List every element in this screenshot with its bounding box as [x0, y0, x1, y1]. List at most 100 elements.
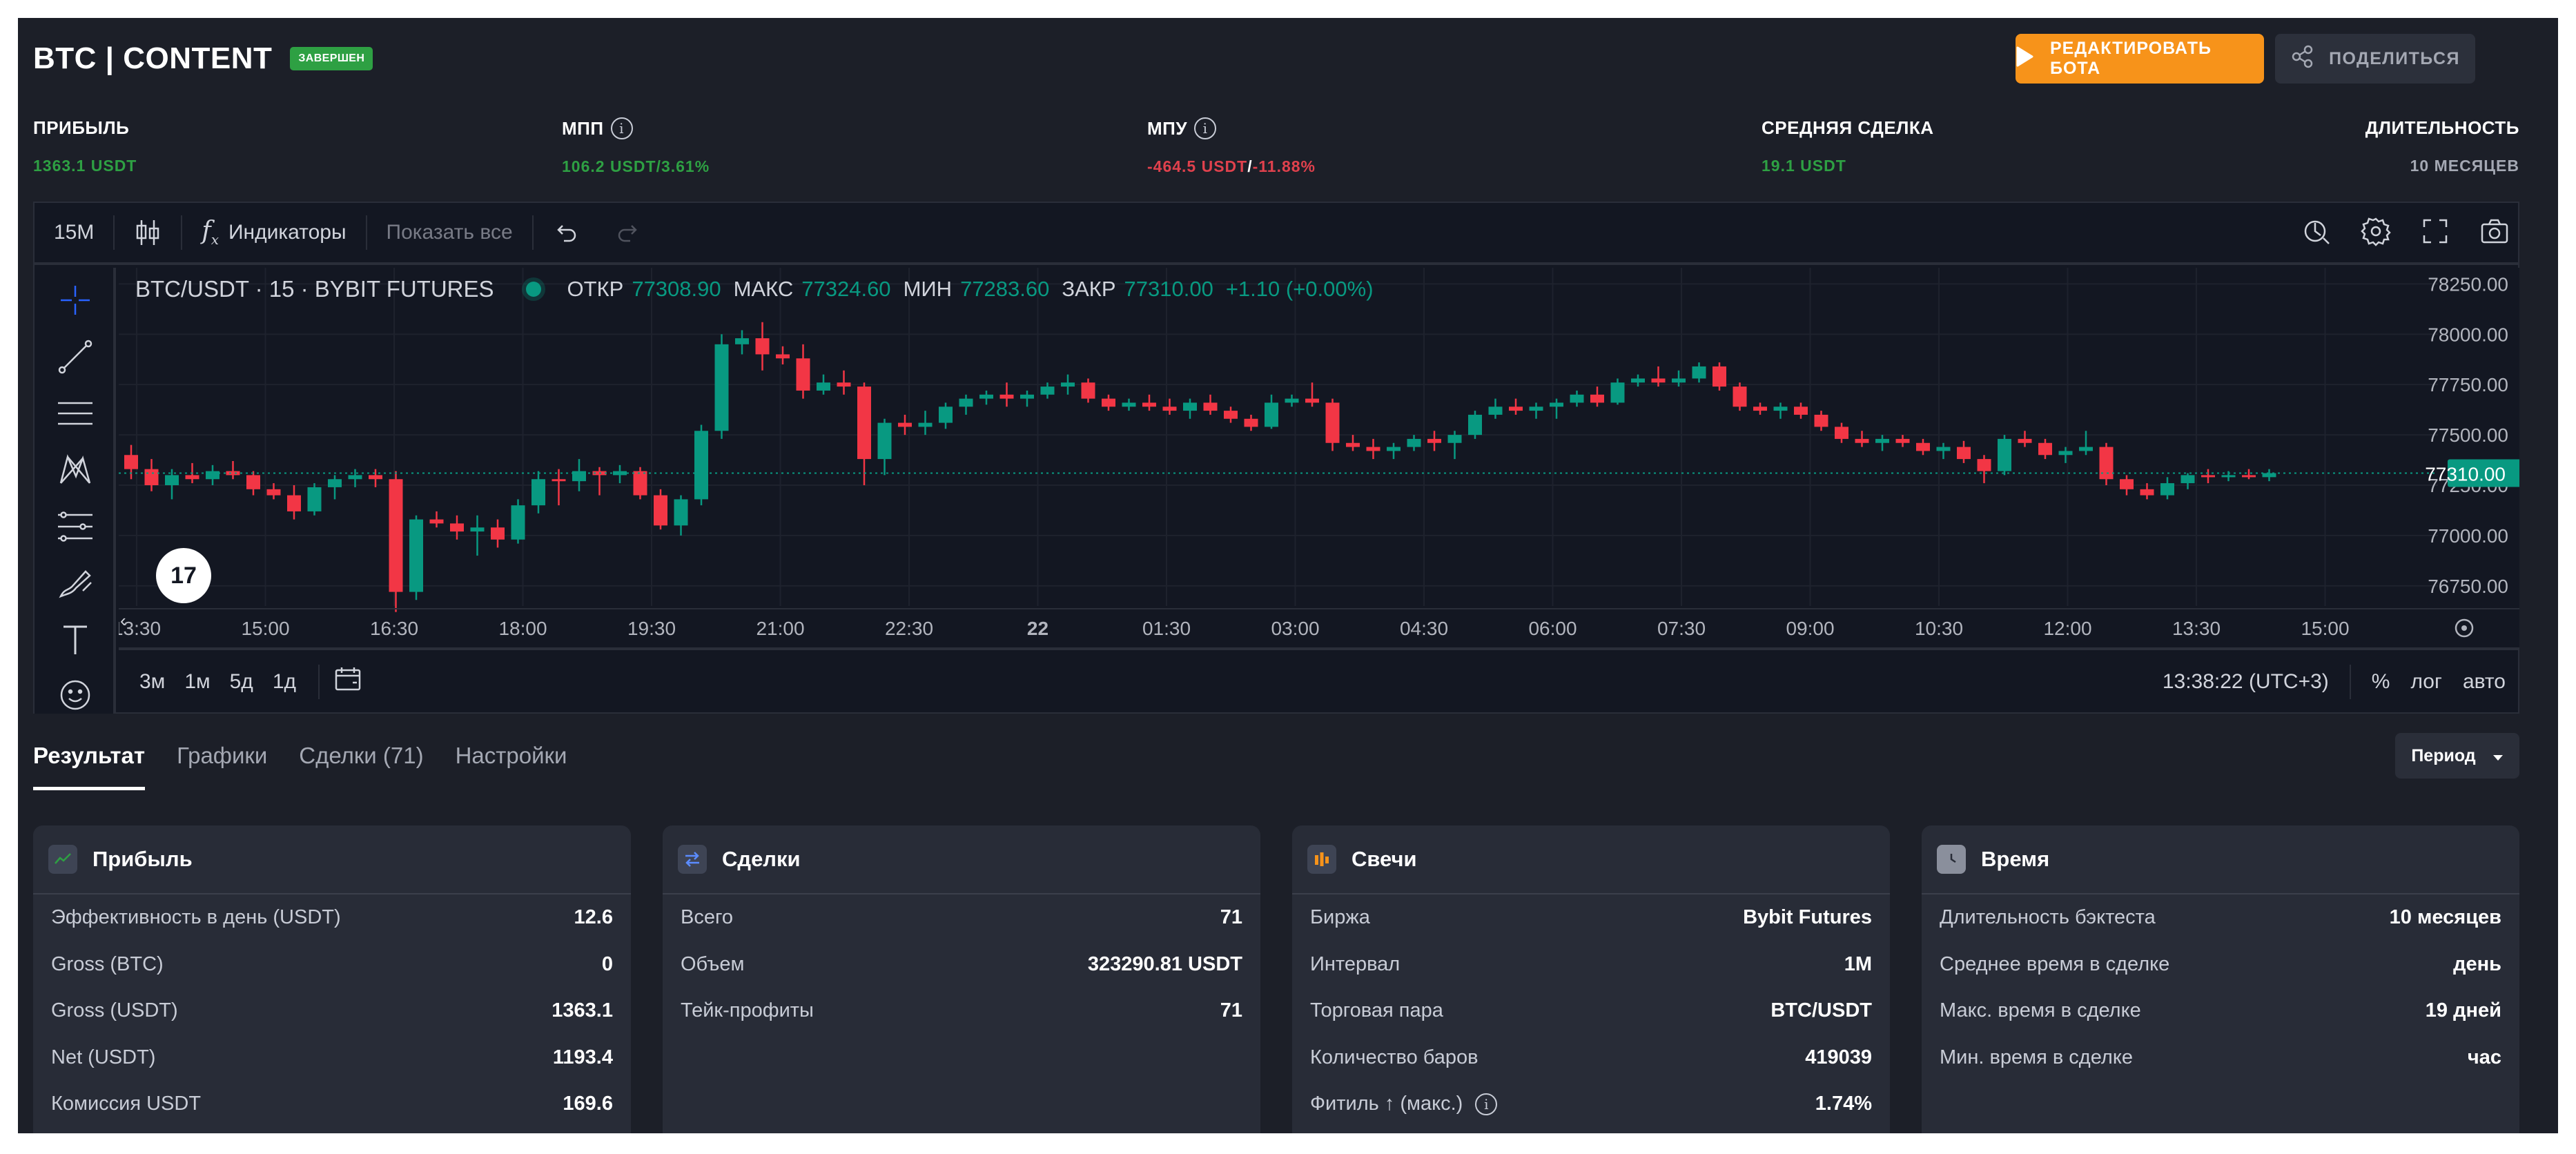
range-1m[interactable]: 1м — [175, 670, 219, 694]
card-time-title: Время — [1981, 847, 2050, 871]
candle — [2140, 489, 2154, 496]
candle — [226, 471, 240, 476]
list-item: Net (USDT) 1193.4 — [51, 1046, 613, 1068]
candle — [2160, 483, 2174, 496]
candle — [1162, 407, 1177, 411]
candle — [1998, 438, 2011, 471]
info-icon[interactable]: i — [610, 117, 633, 139]
candle — [654, 495, 667, 526]
candle — [714, 344, 729, 431]
candle — [918, 422, 933, 427]
candle — [2242, 475, 2256, 478]
clock-readout[interactable]: 13:38:22 (UTC+3) — [2163, 670, 2329, 694]
candle — [307, 487, 322, 511]
log-toggle[interactable]: лог — [2410, 670, 2441, 694]
replay-icon[interactable] — [2300, 215, 2333, 251]
edit-bot-button[interactable]: РЕДАКТИРОВАТЬ БОТА — [2016, 34, 2264, 84]
list-item: Мин. время в сделке час — [1940, 1046, 2501, 1068]
candle — [1936, 447, 1951, 451]
calendar-icon[interactable] — [332, 663, 364, 701]
indicators-button[interactable]: fx Индикаторы — [182, 203, 365, 262]
candle — [755, 338, 770, 355]
list-item: Фитиль ↑ (макс.) i 1.74% — [1310, 1093, 1872, 1115]
fullscreen-icon[interactable] — [2419, 215, 2452, 251]
tab-deals[interactable]: Сделки (71) — [299, 743, 423, 790]
candle — [1529, 407, 1543, 411]
range-3m[interactable]: 3м — [130, 670, 175, 694]
x-tick-label: 22:30 — [885, 618, 933, 639]
emoji-icon[interactable] — [55, 675, 95, 715]
tradingview-logo[interactable]: 17 — [156, 548, 211, 603]
candle — [1610, 382, 1625, 403]
candle — [2221, 475, 2236, 478]
tab-result[interactable]: Результат — [33, 743, 146, 790]
horizontal-lines-icon[interactable] — [55, 393, 95, 433]
app-window: BTC | CONTENT ЗАВЕРШЕН РЕДАКТИРОВАТЬ БОТ… — [18, 18, 2558, 1133]
stat-avg-deal-value: 19.1 USDT — [1762, 157, 1846, 175]
stat-mpp-label: МПП — [562, 117, 604, 139]
card-deals-title: Сделки — [722, 847, 801, 871]
x-tick-label: 16:30 — [370, 618, 418, 639]
play-icon — [2016, 46, 2033, 72]
crosshair-icon[interactable] — [55, 280, 95, 320]
chart-legend: BTC/USDT · 15 · BYBIT FUTURES ОТКР 77308.… — [135, 276, 1374, 302]
info-icon[interactable]: i — [1194, 117, 1217, 139]
period-dropdown[interactable]: Период — [2395, 733, 2519, 779]
x-tick-label: 04:30 — [1400, 618, 1448, 639]
x-tick-label: 18:00 — [498, 618, 547, 639]
candle — [796, 358, 810, 391]
candle — [776, 354, 790, 359]
candle — [1305, 398, 1319, 403]
auto-toggle[interactable]: авто — [2463, 670, 2506, 694]
axis-settings-icon — [2461, 625, 2467, 631]
info-icon[interactable]: i — [1475, 1093, 1498, 1115]
share-button[interactable]: ПОДЕЛИТЬСЯ — [2275, 34, 2475, 84]
close-value: 77310.00 — [1124, 277, 1213, 301]
card-deals: Сделки Всего 71 Объем 323290.81 USDT Тейк-… — [663, 825, 1260, 1133]
range-1d[interactable]: 1д — [263, 670, 306, 694]
text-icon[interactable] — [55, 620, 95, 660]
status-badge: ЗАВЕРШЕН — [290, 47, 373, 70]
pattern-icon[interactable] — [55, 450, 95, 490]
stat-avg-deal: СРЕДНЯЯ СДЕЛКА 19.1 USDT — [1762, 117, 1934, 175]
stat-mpu-label: МПУ — [1147, 117, 1188, 139]
camera-icon[interactable] — [2478, 215, 2511, 251]
candles-type-icon[interactable] — [115, 203, 181, 262]
interval-button[interactable]: 15M — [35, 203, 113, 262]
card-profit: Прибыль Эффективность в день (USDT) 12.6 … — [33, 825, 631, 1133]
candle — [348, 475, 362, 480]
candle — [979, 394, 993, 399]
percent-toggle[interactable]: % — [2372, 670, 2390, 694]
candlestick-chart[interactable]: 13:30 15:00 16:30 18:00 19:30 21:00 22:30 22 01:… — [119, 268, 2519, 647]
market-status-dot — [525, 282, 541, 297]
candle — [206, 471, 219, 480]
show-all-button[interactable]: Показать все — [367, 203, 532, 262]
card-candles-title: Свечи — [1352, 847, 1417, 871]
candle — [1916, 442, 1930, 451]
redo-icon[interactable] — [597, 203, 661, 262]
candle — [531, 479, 545, 506]
range-5d[interactable]: 5д — [220, 670, 263, 694]
fx-icon: fx — [202, 217, 219, 248]
candle — [735, 338, 749, 344]
undo-icon[interactable] — [534, 203, 597, 262]
collapse-arrow-icon[interactable]: ‹ — [120, 610, 126, 632]
candle — [2099, 447, 2114, 480]
candle — [1570, 394, 1584, 403]
candle — [1040, 387, 1055, 395]
candle — [1814, 414, 1828, 427]
trend-line-icon[interactable] — [55, 337, 95, 377]
candle — [1773, 407, 1788, 411]
tab-charts[interactable]: Графики — [177, 743, 267, 790]
gear-icon[interactable] — [2359, 215, 2392, 251]
x-tick-label: 12:00 — [2043, 618, 2091, 639]
x-tick-label: 13:30 — [2172, 618, 2221, 639]
x-tick-label: 15:00 — [2301, 618, 2349, 639]
tab-settings[interactable]: Настройки — [456, 743, 567, 790]
fib-icon[interactable] — [55, 507, 95, 547]
candle — [999, 394, 1014, 399]
card-candles: Свечи Биржа Bybit Futures Интервал 1M Торг… — [1292, 825, 1890, 1133]
brush-icon[interactable] — [55, 563, 95, 603]
candle — [1081, 382, 1095, 399]
open-value: 77308.90 — [632, 277, 721, 301]
